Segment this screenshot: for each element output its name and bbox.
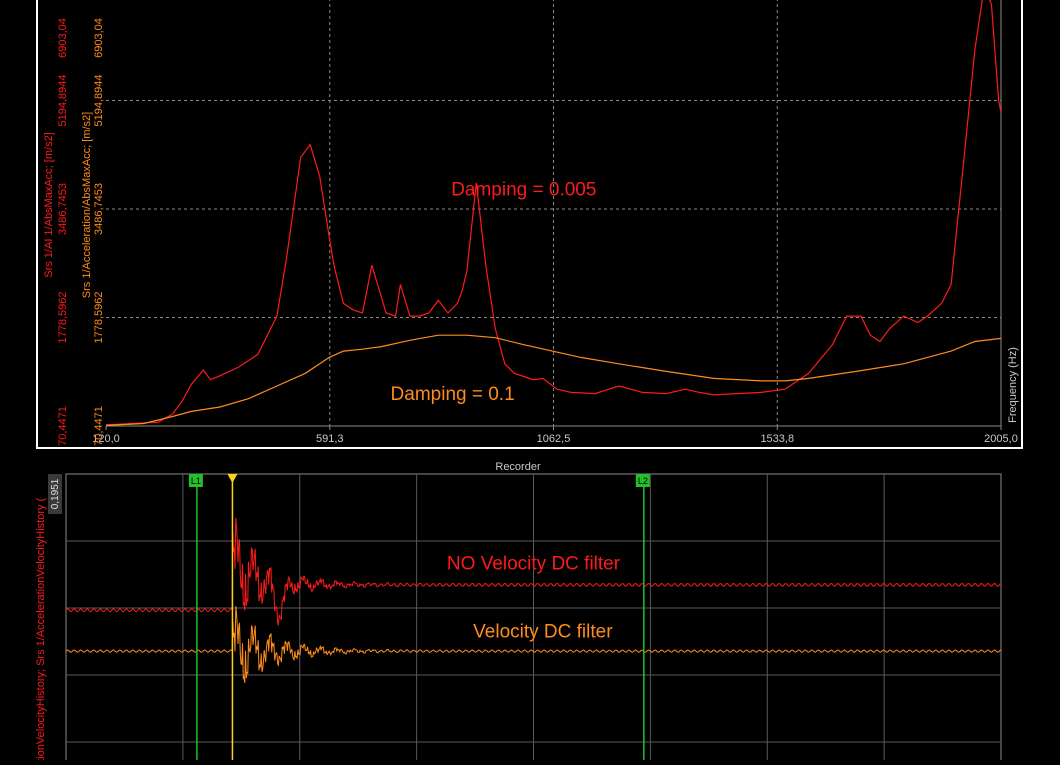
srs-chart-panel[interactable]: 120,0 591,3 1062,5 1533,8 2005,0 70,4471 70,44… [36, 0, 1024, 450]
annotation-no-dc-filter: NO Velocity DC filter [447, 553, 621, 574]
x-tick-label: 2005,0 [984, 433, 1018, 445]
y-axis-label-outer: Srs 1/AI 1/AbsMaxAcc; [m/s2] [43, 132, 55, 278]
y-tick-label-outer: 70,4471 [57, 406, 69, 446]
srs-chart[interactable]: 120,0 591,3 1062,5 1533,8 2005,070,4471 70,44… [36, 0, 1024, 450]
y-tick-label-outer: 1778,5962 [57, 291, 69, 343]
recorder-chart-panel[interactable]: Recorder 0,1951 ationVelocityHistory; Srs … [35, 456, 1024, 765]
y-tick-label-inner: 70,4471 [93, 406, 105, 446]
y-tick-label-inner: 1778,5962 [93, 291, 105, 343]
x-tick-label: 1533,8 [760, 433, 794, 445]
y-tick-label-inner: 5194,8944 [93, 74, 105, 126]
chart-frame [36, 0, 1023, 449]
annotation-damping-0005: Damping = 0.005 [451, 179, 596, 200]
y-axis-label-inner: Srs 1/Acceleration/AbsMaxAcc; [m/s2] [81, 112, 93, 298]
y-tick-label-inner: 6903,04 [93, 18, 105, 58]
x-axis-label: Frequency (Hz) [1007, 347, 1019, 423]
annotation-dc-filter: Velocity DC filter [473, 621, 613, 642]
x-tick-label: 1062,5 [537, 433, 571, 445]
chart-title: Recorder [495, 461, 541, 473]
y-tick-label-outer: 6903,04 [57, 18, 69, 58]
recorder-chart[interactable]: Recorder 0,1951ationVelocityHistory; Srs … [35, 456, 1024, 765]
y-tick-label-inner: 3486,7453 [93, 183, 105, 235]
cursor-handle-icon [227, 474, 238, 483]
y-tick-label-outer: 3486,7453 [57, 183, 69, 235]
y-axis-label: ationVelocityHistory; Srs 1/Acceleration… [36, 497, 47, 760]
marker-label-l1: L1 [191, 476, 201, 486]
y-tick-label-outer: 5194,8944 [57, 74, 69, 126]
marker-label-l2: L2 [638, 476, 648, 486]
annotation-damping-01: Damping = 0.1 [391, 384, 515, 405]
series-damping-0005-line [106, 0, 1001, 426]
x-tick-label: 591,3 [316, 433, 344, 445]
y-tick-label: 0,1951 [50, 478, 61, 509]
